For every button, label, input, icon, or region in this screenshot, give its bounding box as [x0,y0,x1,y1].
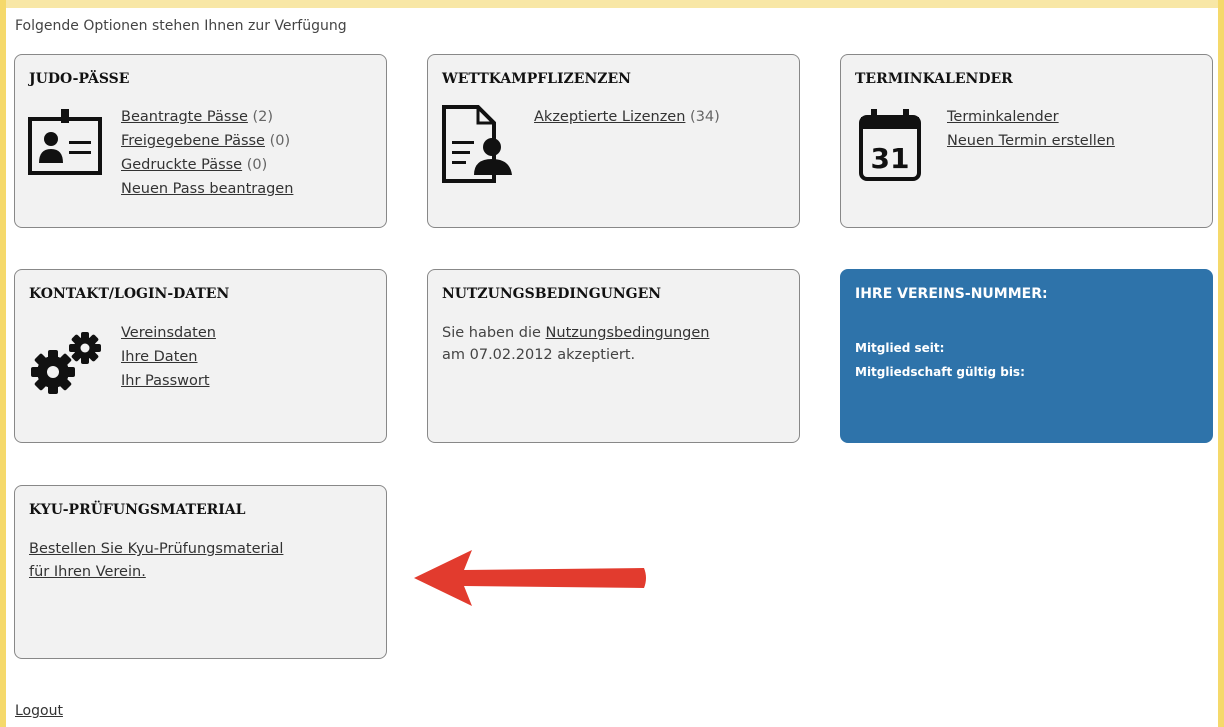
link-ihre-daten[interactable]: Ihre Daten [121,349,198,365]
id-card-icon [28,109,102,175]
list-item: Ihr Passwort [121,369,216,393]
termin-links: Terminkalender Neuen Termin erstellen [947,105,1115,153]
kontakt-links: Vereinsdaten Ihre Daten Ihr Passwort [121,321,216,393]
card-title: WETTKAMPFLIZENZEN [442,71,631,87]
link-gedruckte-paesse[interactable]: Gedruckte Pässe [121,157,242,173]
valid-until-label: Mitgliedschaft gültig bis: [855,365,1025,379]
list-item: Terminkalender [947,105,1115,129]
card-judo-paesse: JUDO-PÄSSE Beantragte Pässe (2) Freigege… [14,54,387,228]
logout-link[interactable]: Logout [15,703,63,719]
list-item: Gedruckte Pässe (0) [121,153,293,177]
background-top-band [0,0,1224,8]
link-freigegebene-paesse[interactable]: Freigegebene Pässe [121,133,265,149]
nutzung-text-after: am 07.02.2012 akzeptiert. [442,347,636,363]
link-kyu-bestellen-line2[interactable]: für Ihren Verein. [29,564,146,580]
kyu-link-block: Bestellen Sie Kyu-Prüfungsmaterial für I… [29,538,283,584]
card-vereins-nummer: IHRE VEREINS-NUMMER: Mitglied seit: Mitg… [840,269,1213,443]
list-item: Ihre Daten [121,345,216,369]
list-item: Freigegebene Pässe (0) [121,129,293,153]
card-title: NUTZUNGSBEDINGUNGEN [442,286,662,302]
calendar-icon: 31 [859,109,921,181]
card-kontakt-login-daten: KONTAKT/LOGIN-DATEN Vereinsdaten Ihre Da… [14,269,387,443]
card-nutzungsbedingungen: NUTZUNGSBEDINGUNGEN Sie haben die Nutzun… [427,269,800,443]
red-arrow-icon [414,550,646,606]
count: (34) [690,109,720,125]
license-document-icon [442,105,512,183]
card-title: KYU-PRÜFUNGSMATERIAL [29,502,246,518]
link-kyu-bestellen[interactable]: Bestellen Sie Kyu-Prüfungsmaterial [29,541,283,557]
link-ihr-passwort[interactable]: Ihr Passwort [121,373,210,389]
link-neuen-termin-erstellen[interactable]: Neuen Termin erstellen [947,133,1115,149]
judo-links: Beantragte Pässe (2) Freigegebene Pässe … [121,105,293,201]
list-item: Vereinsdaten [121,321,216,345]
list-item: Beantragte Pässe (2) [121,105,293,129]
link-terminkalender[interactable]: Terminkalender [947,109,1059,125]
wettkampf-links: Akzeptierte Lizenzen (34) [534,105,720,129]
nutzung-text: Sie haben die Nutzungsbedingungen am 07.… [442,322,709,366]
intro-text: Folgende Optionen stehen Ihnen zur Verfü… [15,18,347,34]
count: (0) [246,157,268,173]
card-kyu-pruefungsmaterial: KYU-PRÜFUNGSMATERIAL Bestellen Sie Kyu-P… [14,485,387,659]
gears-icon [31,332,101,394]
link-neuen-pass-beantragen[interactable]: Neuen Pass beantragen [121,181,293,197]
card-terminkalender: TERMINKALENDER 31 Terminkalender Neuen T… [840,54,1213,228]
nutzung-text-before: Sie haben die [442,325,541,341]
membership-info: Mitglied seit: Mitgliedschaft gültig bis… [855,336,1025,384]
calendar-day: 31 [871,142,910,175]
count: (2) [252,109,274,125]
count: (0) [269,133,291,149]
link-akzeptierte-lizenzen[interactable]: Akzeptierte Lizenzen [534,109,685,125]
member-since-label: Mitglied seit: [855,341,945,355]
background-right-band [1218,0,1224,727]
link-nutzungsbedingungen[interactable]: Nutzungsbedingungen [546,325,710,341]
list-item: Akzeptierte Lizenzen (34) [534,105,720,129]
card-title: IHRE VEREINS-NUMMER: [855,286,1048,302]
card-title: TERMINKALENDER [855,71,1013,87]
card-title: KONTAKT/LOGIN-DATEN [29,286,230,302]
main-content: Folgende Optionen stehen Ihnen zur Verfü… [6,8,1218,727]
card-title: JUDO-PÄSSE [29,71,130,87]
list-item: Neuen Termin erstellen [947,129,1115,153]
link-vereinsdaten[interactable]: Vereinsdaten [121,325,216,341]
link-beantragte-paesse[interactable]: Beantragte Pässe [121,109,248,125]
card-wettkampflizenzen: WETTKAMPFLIZENZEN Akzeptierte Lizenzen (… [427,54,800,228]
list-item: Neuen Pass beantragen [121,177,293,201]
